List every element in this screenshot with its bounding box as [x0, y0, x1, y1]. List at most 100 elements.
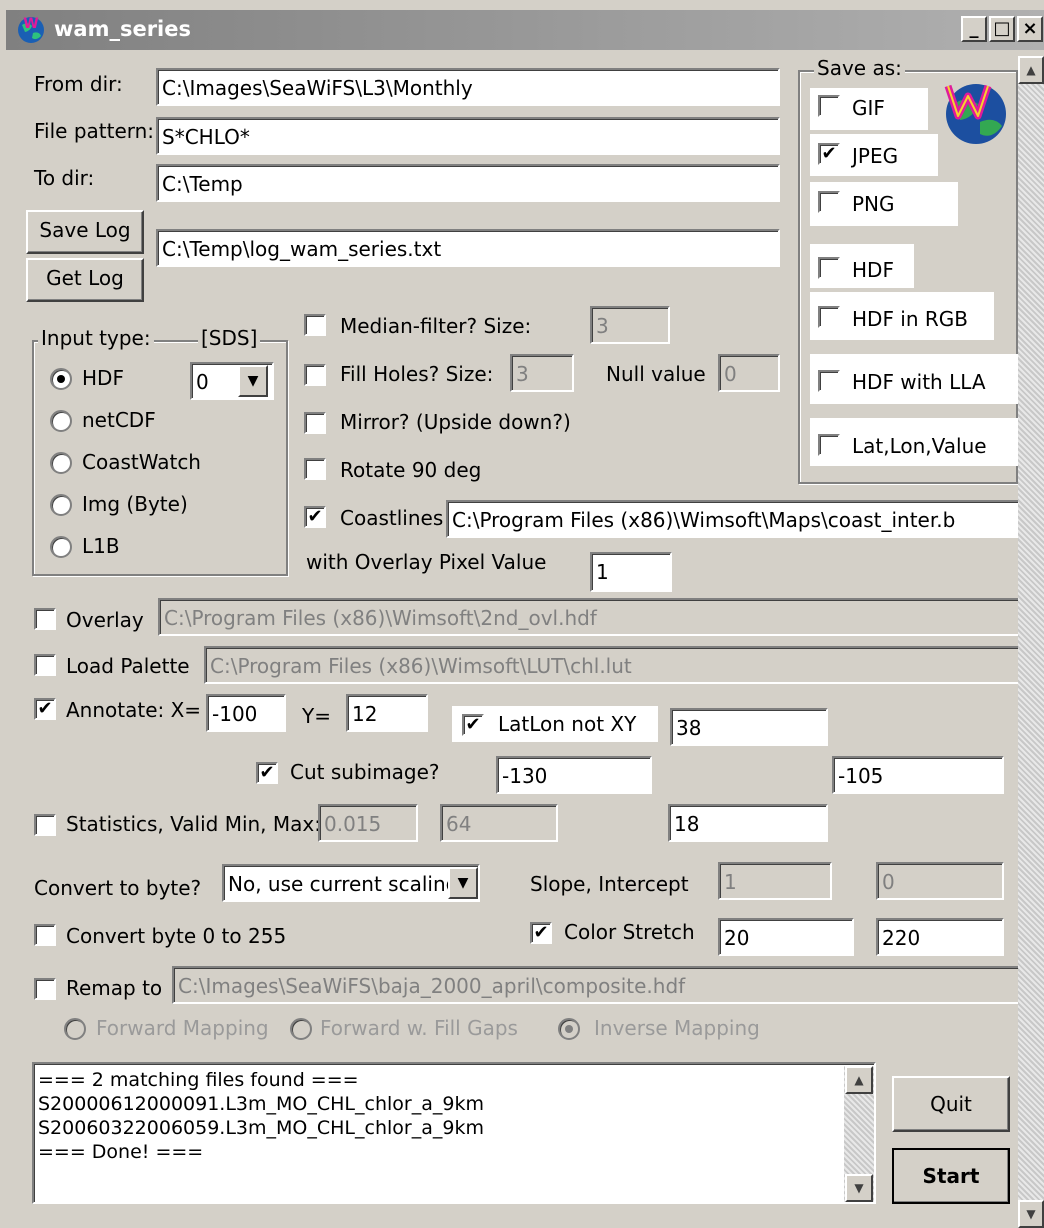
log-scroll-up-icon[interactable]: ▲: [845, 1066, 873, 1094]
slope-intercept-label: Slope, Intercept: [530, 872, 689, 896]
log-line: S20000612000091.L3m_MO_CHL_chlor_a_9km: [38, 1093, 484, 1115]
fill-holes-checkbox[interactable]: [304, 364, 326, 386]
cut-v1-input[interactable]: -130: [496, 756, 652, 794]
svg-text:W: W: [23, 16, 38, 32]
hdf-lla-checkbox[interactable]: [818, 370, 840, 392]
mirror-checkbox[interactable]: [304, 412, 326, 434]
null-value-input[interactable]: 0: [718, 354, 780, 392]
window-scroll-up-icon[interactable]: ▲: [1018, 56, 1044, 84]
title-bar[interactable]: W wam_series _ □ ×: [6, 10, 1044, 50]
jpeg-label: JPEG: [852, 144, 899, 168]
fill-size-input[interactable]: 3: [510, 354, 574, 392]
input-coastwatch-label: CoastWatch: [82, 450, 201, 474]
from-dir-input[interactable]: C:\Images\SeaWiFS\L3\Monthly: [156, 68, 780, 106]
to-dir-label: To dir:: [34, 166, 95, 190]
palette-path-input[interactable]: C:\Program Files (x86)\Wimsoft\LUT\chl.l…: [204, 646, 1020, 684]
convert-label: Convert to byte?: [34, 876, 202, 900]
wam-series-window: W wam_series _ □ × From dir: C:\Images\S…: [0, 0, 1044, 1228]
sds-label: [SDS]: [198, 326, 261, 350]
input-img-label: Img (Byte): [82, 492, 188, 516]
forward-fill-radio[interactable]: [290, 1018, 312, 1040]
log-file-input[interactable]: C:\Temp\log_wam_series.txt: [156, 229, 780, 267]
cut-subimage-label: Cut subimage?: [290, 760, 440, 784]
statistics-checkbox[interactable]: [34, 814, 56, 836]
wimsoft-logo-icon: [944, 84, 1006, 144]
stats-v3-input[interactable]: 18: [668, 804, 828, 842]
app-globe-icon: W: [18, 16, 44, 43]
log-line: === Done! ===: [38, 1141, 204, 1163]
log-output[interactable]: === 2 matching files found === S20000612…: [32, 1062, 876, 1204]
overlay-pixel-input[interactable]: 1: [590, 552, 672, 592]
rotate-checkbox[interactable]: [304, 458, 326, 480]
window-scroll-down-icon[interactable]: ▼: [1018, 1200, 1044, 1228]
log-line: === 2 matching files found ===: [38, 1069, 359, 1091]
input-hdf-label: HDF: [82, 366, 124, 390]
get-log-button[interactable]: Get Log: [26, 258, 144, 302]
inverse-mapping-radio[interactable]: [558, 1018, 580, 1040]
latlon-checkbox[interactable]: [818, 434, 840, 456]
input-netcdf-radio[interactable]: [50, 410, 72, 432]
file-pattern-input[interactable]: S*CHLO*: [156, 117, 780, 155]
annotate-label: Annotate: X=: [66, 698, 202, 722]
input-hdf-radio[interactable]: [50, 368, 72, 390]
cut-v2-input[interactable]: -105: [832, 756, 1004, 794]
hdf-rgb-checkbox[interactable]: [818, 306, 840, 328]
sds-dropdown-icon[interactable]: ▼: [238, 365, 268, 397]
hdf-lla-label: HDF with LLA: [852, 370, 986, 394]
hdf-checkbox[interactable]: [818, 257, 840, 279]
log-scroll-down-icon[interactable]: ▼: [845, 1174, 873, 1202]
annotate-v1-input[interactable]: 38: [670, 708, 828, 746]
jpeg-checkbox[interactable]: ✔: [818, 143, 840, 165]
minimize-button[interactable]: _: [961, 16, 987, 42]
fill-holes-label: Fill Holes? Size:: [340, 362, 494, 386]
color-stretch-checkbox[interactable]: ✔: [530, 922, 552, 944]
coastlines-path-input[interactable]: C:\Program Files (x86)\Wimsoft\Maps\coas…: [446, 500, 1020, 538]
null-value-label: Null value: [606, 362, 706, 386]
latlon-not-xy-label: LatLon not XY: [498, 712, 637, 736]
save-log-button[interactable]: Save Log: [26, 210, 144, 254]
stretch-max-input[interactable]: 220: [876, 918, 1004, 956]
color-stretch-label: Color Stretch: [564, 920, 695, 944]
stats-min-input[interactable]: 0.015: [318, 804, 418, 842]
png-label: PNG: [852, 192, 895, 216]
intercept-input[interactable]: 0: [876, 862, 1004, 900]
coastlines-checkbox[interactable]: ✔: [304, 506, 326, 528]
median-label: Median-filter? Size:: [340, 314, 532, 338]
overlay-path-input[interactable]: C:\Program Files (x86)\Wimsoft\2nd_ovl.h…: [158, 598, 1020, 636]
quit-button[interactable]: Quit: [892, 1076, 1010, 1132]
hdf-label: HDF: [852, 258, 894, 282]
log-line: S20060322006059.L3m_MO_CHL_chlor_a_9km: [38, 1117, 484, 1139]
load-palette-checkbox[interactable]: [34, 654, 56, 676]
from-dir-label: From dir:: [34, 72, 123, 96]
png-checkbox[interactable]: [818, 191, 840, 213]
stretch-min-input[interactable]: 20: [718, 918, 854, 956]
remap-checkbox[interactable]: [34, 978, 56, 1000]
close-button[interactable]: ×: [1017, 16, 1043, 42]
input-coastwatch-radio[interactable]: [50, 452, 72, 474]
gif-label: GIF: [852, 96, 885, 120]
input-l1b-radio[interactable]: [50, 536, 72, 558]
annotate-x-input[interactable]: -100: [206, 694, 286, 732]
median-size-input[interactable]: 3: [590, 306, 670, 344]
stats-max-input[interactable]: 64: [440, 804, 558, 842]
gif-checkbox[interactable]: [818, 95, 840, 117]
forward-mapping-radio[interactable]: [64, 1018, 86, 1040]
forward-fill-label: Forward w. Fill Gaps: [320, 1016, 518, 1040]
overlay-checkbox[interactable]: [34, 608, 56, 630]
convert-byte-checkbox[interactable]: [34, 924, 56, 946]
slope-input[interactable]: 1: [718, 862, 832, 900]
annotate-y-label: Y=: [302, 704, 331, 728]
convert-select[interactable]: No, use current scaling: [222, 864, 480, 902]
input-img-radio[interactable]: [50, 494, 72, 516]
remap-path-input[interactable]: C:\Images\SeaWiFS\baja_2000_april\compos…: [172, 966, 1020, 1004]
start-button[interactable]: Start: [892, 1148, 1010, 1204]
annotate-y-input[interactable]: 12: [346, 694, 428, 732]
to-dir-input[interactable]: C:\Temp: [156, 164, 780, 202]
latlon-not-xy-checkbox[interactable]: ✔: [462, 714, 484, 736]
median-checkbox[interactable]: [304, 314, 326, 336]
convert-dropdown-icon[interactable]: ▼: [448, 867, 478, 899]
annotate-checkbox[interactable]: ✔: [34, 698, 56, 720]
maximize-button[interactable]: □: [989, 16, 1015, 42]
window-scrollbar[interactable]: [1018, 56, 1044, 1228]
cut-subimage-checkbox[interactable]: ✔: [256, 762, 278, 784]
